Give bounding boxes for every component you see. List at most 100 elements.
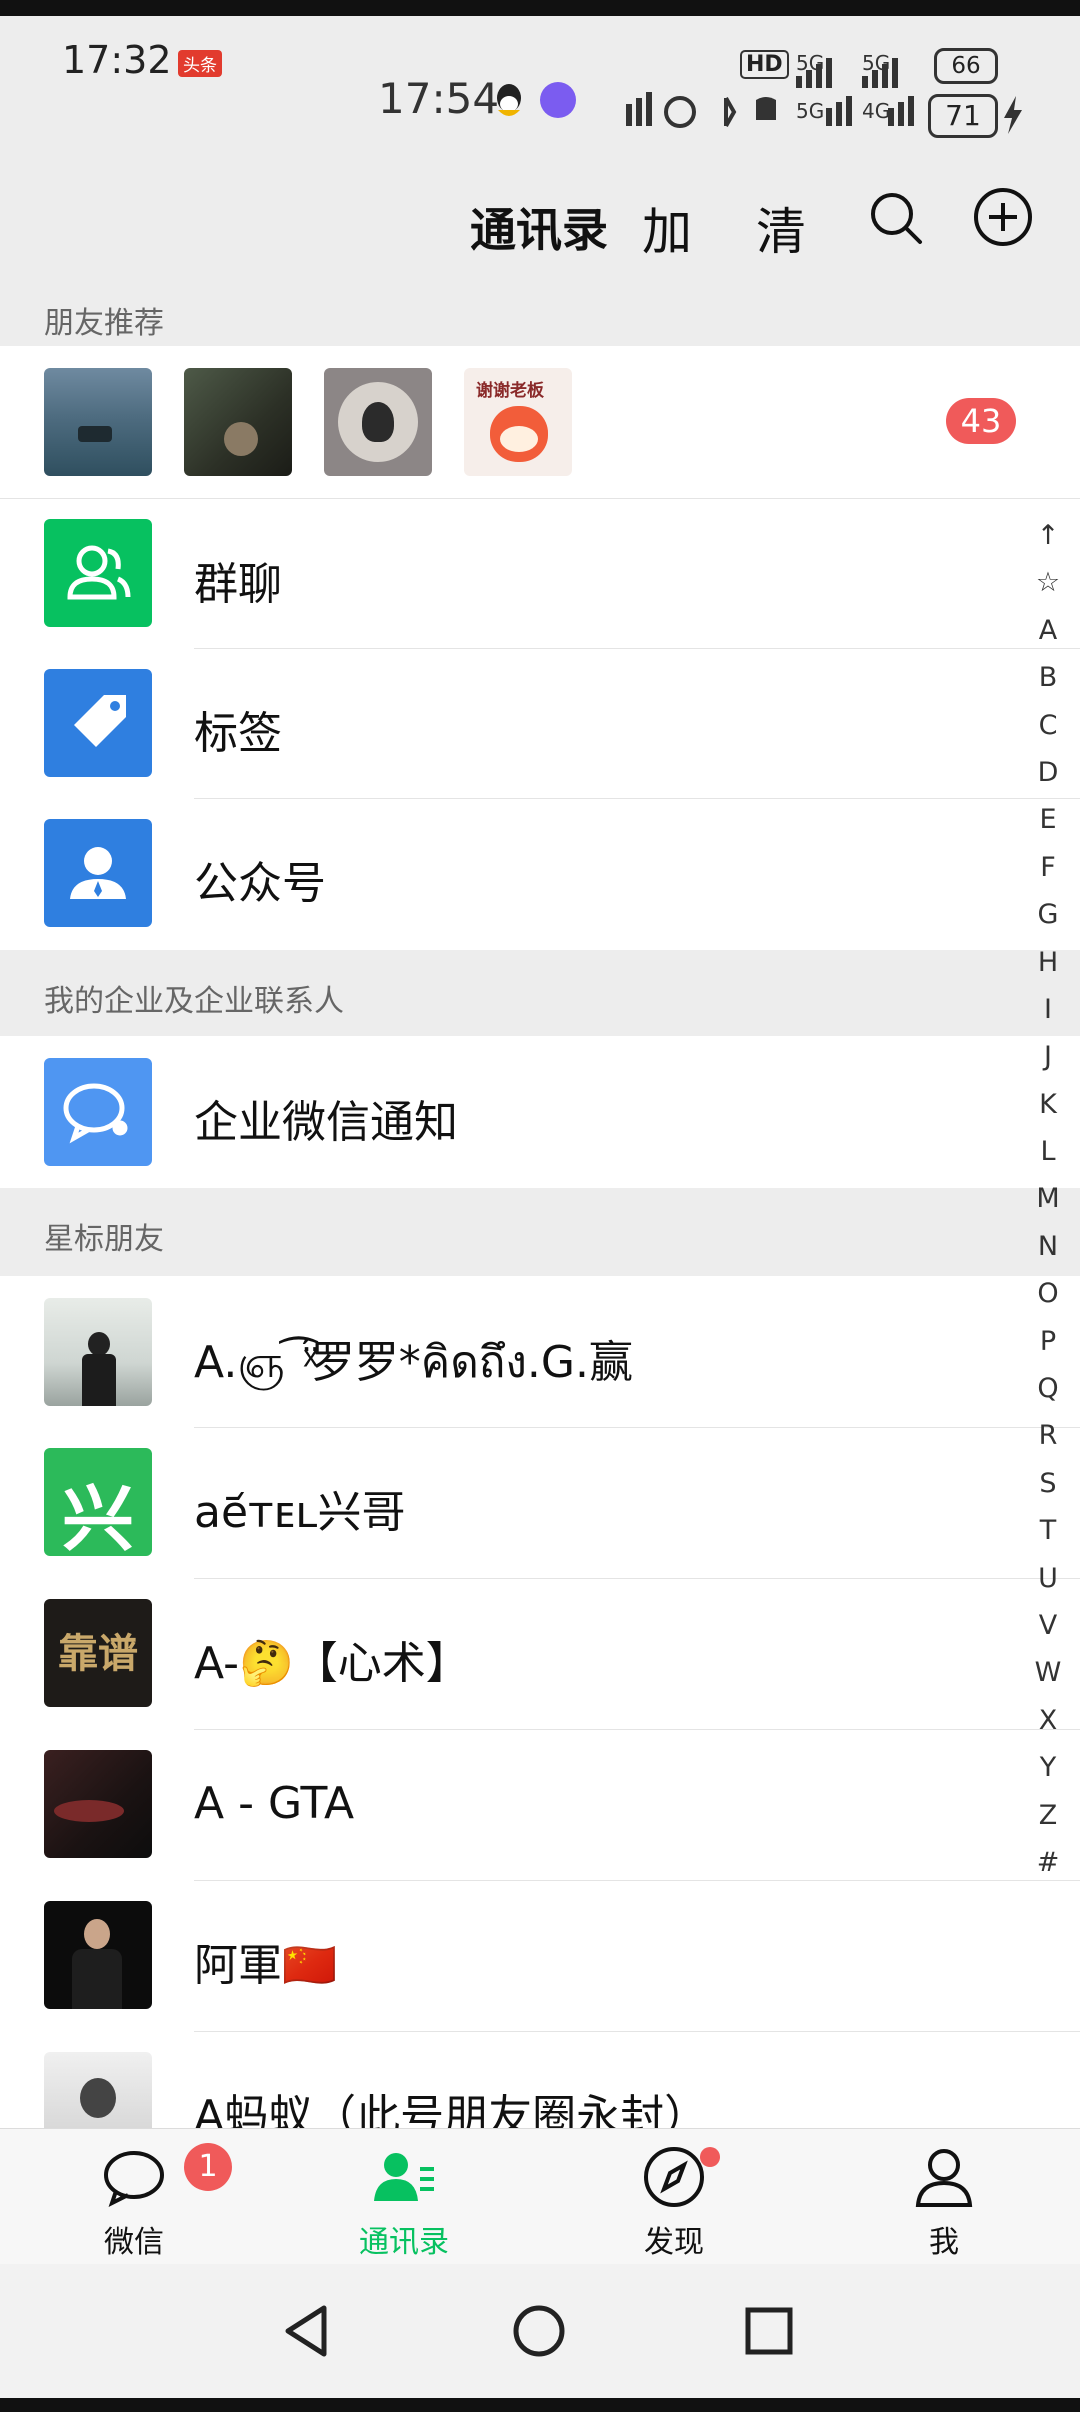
- tags-row[interactable]: 标签: [0, 649, 1080, 799]
- tab-label: 我: [929, 2225, 959, 2260]
- compass-icon: [644, 2147, 704, 2207]
- wework-icon: [44, 1058, 152, 1166]
- signal-icons: 5G 5G 5G 4G: [626, 51, 914, 128]
- contacts-header: 通讯录 加 清: [0, 136, 1080, 304]
- screen-frame-top: [0, 0, 1080, 16]
- header-extra-jia[interactable]: 加: [642, 192, 692, 264]
- index-letter[interactable]: U: [1030, 1555, 1066, 1602]
- index-letter[interactable]: ☆: [1030, 559, 1066, 606]
- contact-avatar: 靠谱: [44, 1599, 152, 1707]
- index-letter[interactable]: T: [1030, 1507, 1066, 1554]
- tag-icon: [44, 669, 152, 777]
- recommend-count-badge: 43: [946, 398, 1016, 444]
- group-chats-row[interactable]: 群聊: [0, 498, 1080, 649]
- recommend-avatar-2: [184, 368, 292, 476]
- index-letter[interactable]: Z: [1030, 1792, 1066, 1839]
- tab-me[interactable]: 我: [844, 2129, 1044, 2265]
- section-header-enterprise: 我的企业及企业联系人: [0, 950, 1080, 1036]
- svg-text:4G: 4G: [862, 99, 890, 123]
- header-extra-qing[interactable]: 清: [756, 192, 806, 264]
- battery-top: 66: [934, 48, 998, 84]
- index-letter[interactable]: K: [1030, 1081, 1066, 1128]
- index-letter[interactable]: O: [1030, 1270, 1066, 1317]
- chat-bubble-icon: [104, 2151, 164, 2207]
- starred-contact-list: A.ஞ ͡ ̈́ͯ罗罗*คิดถึง.G.赢 兴 ae᷄ᴛᴇʟ兴哥 靠谱 A-🤔…: [0, 1276, 1080, 2128]
- home-icon[interactable]: [512, 2304, 566, 2358]
- charging-icon: [1004, 96, 1022, 134]
- add-circle-icon[interactable]: [972, 186, 1034, 248]
- infinity-app-icon: [540, 82, 576, 118]
- screen-frame-bottom: [0, 2398, 1080, 2412]
- index-letter[interactable]: ↑: [1030, 512, 1066, 559]
- index-letter[interactable]: X: [1030, 1697, 1066, 1744]
- contact-row[interactable]: A - GTA: [0, 1730, 1080, 1880]
- section-header-recommend: 朋友推荐: [0, 288, 1080, 346]
- toutiao-badge: 头条: [178, 50, 222, 77]
- tab-label: 微信: [104, 2225, 164, 2260]
- tab-label: 通讯录: [359, 2225, 449, 2260]
- index-letter[interactable]: C: [1030, 702, 1066, 749]
- contact-avatar: 兴: [44, 1448, 152, 1556]
- tab-chats[interactable]: 1 微信: [34, 2129, 234, 2265]
- wework-notify-row[interactable]: 企业微信通知: [0, 1036, 1080, 1188]
- contact-avatar: [44, 1750, 152, 1858]
- contacts-icon: [374, 2153, 434, 2201]
- page-title: 通讯录: [470, 203, 608, 257]
- contact-row[interactable]: 阿軍🇨🇳: [0, 1881, 1080, 2031]
- index-letter[interactable]: H: [1030, 939, 1066, 986]
- index-letter[interactable]: L: [1030, 1128, 1066, 1175]
- contact-name: A-🤔【心术】: [194, 1638, 470, 1689]
- index-letter[interactable]: A: [1030, 607, 1066, 654]
- contact-row[interactable]: A蚂蚁（此号朋友圈永封）: [0, 2032, 1080, 2128]
- system-navigation-bar: [0, 2264, 1080, 2398]
- index-letter[interactable]: G: [1030, 891, 1066, 938]
- index-letter[interactable]: W: [1030, 1649, 1066, 1696]
- search-icon[interactable]: [866, 188, 926, 248]
- contact-avatar: [44, 1298, 152, 1406]
- group-chat-icon: [44, 519, 152, 627]
- alphabet-index[interactable]: ↑ ☆ A B C D E F G H I J K L M N O P Q R S T U V W X Y Z #: [1030, 512, 1066, 1886]
- qq-icon: [497, 84, 521, 116]
- friend-recommend-row[interactable]: 谢谢老板 43: [0, 346, 1080, 498]
- recommend-avatar-3: [324, 368, 432, 476]
- index-letter[interactable]: M: [1030, 1175, 1066, 1222]
- index-letter[interactable]: B: [1030, 654, 1066, 701]
- status-bar: 17:32 头条 17:54 HD 5G 5G 5G 4G 66 71: [0, 16, 1080, 138]
- index-letter[interactable]: E: [1030, 796, 1066, 843]
- official-account-icon: [44, 819, 152, 927]
- contact-avatar: [44, 1901, 152, 2009]
- inner-clock: 17:54: [378, 74, 500, 123]
- recents-icon[interactable]: [744, 2306, 794, 2356]
- person-icon: [915, 2149, 973, 2207]
- back-icon[interactable]: [282, 2304, 332, 2358]
- contact-name: 阿軍🇨🇳: [194, 1940, 337, 1991]
- contact-row[interactable]: A.ஞ ͡ ̈́ͯ罗罗*คิดถึง.G.赢: [0, 1276, 1080, 1427]
- svg-text:5G: 5G: [796, 99, 824, 123]
- index-letter[interactable]: S: [1030, 1460, 1066, 1507]
- index-letter[interactable]: F: [1030, 844, 1066, 891]
- section-header-starred: 星标朋友: [0, 1188, 1080, 1276]
- contact-name: A - GTA: [194, 1778, 355, 1829]
- index-letter[interactable]: J: [1030, 1033, 1066, 1080]
- official-accounts-row[interactable]: 公众号: [0, 799, 1080, 950]
- index-letter[interactable]: D: [1030, 749, 1066, 796]
- index-letter[interactable]: P: [1030, 1318, 1066, 1365]
- index-letter[interactable]: Q: [1030, 1365, 1066, 1412]
- index-letter[interactable]: N: [1030, 1223, 1066, 1270]
- tab-contacts[interactable]: 通讯录: [304, 2129, 504, 2265]
- discover-new-dot: [700, 2147, 720, 2167]
- index-letter[interactable]: Y: [1030, 1744, 1066, 1791]
- recommend-avatar-1: [44, 368, 152, 476]
- contact-row[interactable]: 兴 ae᷄ᴛᴇʟ兴哥: [0, 1428, 1080, 1578]
- index-letter[interactable]: V: [1030, 1602, 1066, 1649]
- index-letter[interactable]: I: [1030, 986, 1066, 1033]
- tab-discover[interactable]: 发现: [574, 2129, 774, 2265]
- contact-name: A蚂蚁（此号朋友圈永封）: [194, 2091, 709, 2128]
- contact-row[interactable]: 靠谱 A-🤔【心术】: [0, 1579, 1080, 1729]
- outer-clock: 17:32: [62, 38, 172, 82]
- index-letter[interactable]: R: [1030, 1412, 1066, 1459]
- bottom-tab-bar: 1 微信 通讯录 发现 我: [0, 2128, 1080, 2265]
- contact-name: A.ஞ ͡ ̈́ͯ罗罗*คิดถึง.G.赢: [194, 1337, 633, 1388]
- index-letter[interactable]: #: [1030, 1839, 1066, 1886]
- tab-label: 发现: [644, 2225, 704, 2260]
